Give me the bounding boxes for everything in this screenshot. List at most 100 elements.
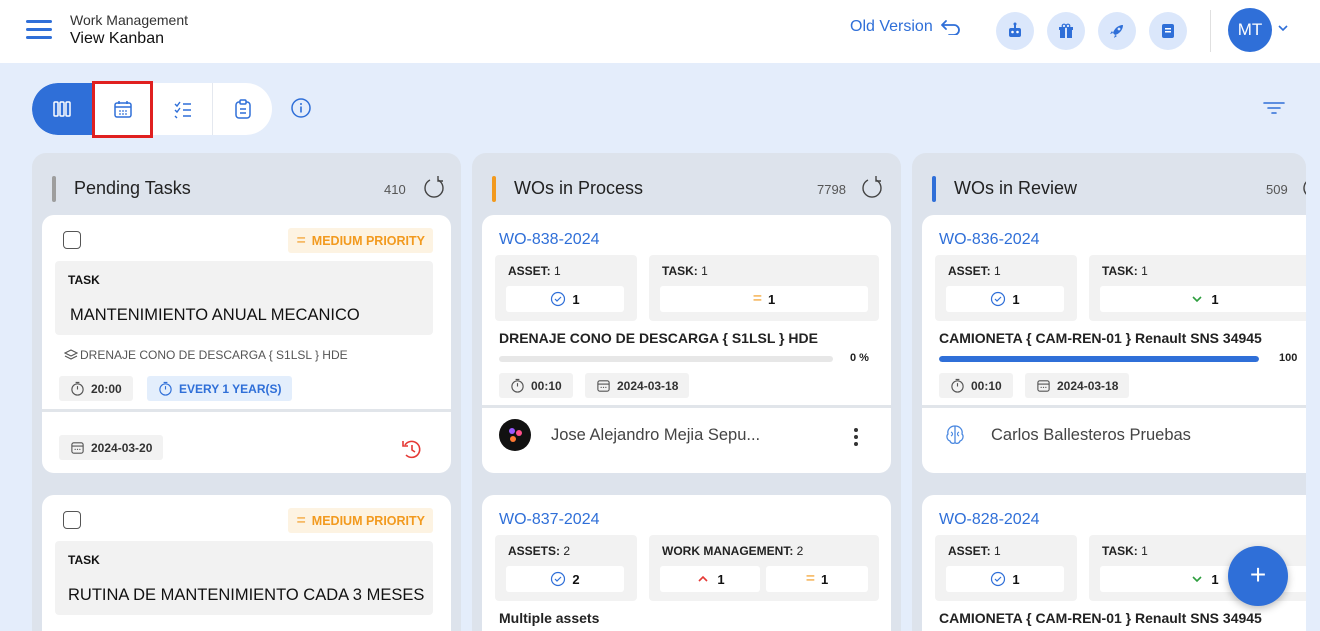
progress-fill	[939, 356, 1259, 362]
column-header: WOs in Process 7798	[472, 153, 901, 215]
wo-description: DRENAJE CONO DE DESCARGA { S1LSL } HDE	[499, 330, 818, 346]
task-checkbox[interactable]	[63, 231, 81, 249]
refresh-icon[interactable]	[859, 175, 885, 201]
refresh-icon[interactable]	[1300, 175, 1306, 201]
task-summary-label: TASK: 1	[1102, 264, 1148, 278]
check-circle-icon	[991, 571, 1006, 587]
card-divider	[922, 405, 1306, 408]
gift-icon[interactable]	[1047, 12, 1085, 50]
add-button[interactable]: +	[1228, 546, 1288, 606]
info-icon[interactable]	[290, 97, 312, 119]
check-circle-icon	[551, 291, 566, 307]
calendar-icon	[597, 380, 610, 392]
duration-value: 20:00	[91, 381, 122, 396]
progress-bar	[939, 356, 1259, 362]
task-medium-count: 1	[768, 291, 776, 307]
asset-summary: ASSET: 1 1	[495, 255, 637, 321]
column-count: 509	[1266, 182, 1288, 197]
wm-summary-label: WORK MANAGEMENT: 2	[662, 544, 804, 558]
task-card[interactable]: = MEDIUM PRIORITY TASK RUTINA DE MANTENIM…	[42, 495, 451, 631]
return-icon	[940, 20, 960, 35]
work-order-link[interactable]: WO-837-2024	[499, 511, 600, 529]
robot-icon[interactable]	[996, 12, 1034, 50]
date-value: 2024-03-20	[91, 440, 153, 455]
column-title: Pending Tasks	[74, 178, 191, 198]
column-title: WOs in Process	[514, 178, 644, 198]
task-box: TASK RUTINA DE MANTENIMIENTO CADA 3 MESE…	[55, 541, 433, 615]
chevron-down-icon[interactable]	[1277, 22, 1289, 34]
column-count: 7798	[817, 182, 846, 197]
header-divider	[1210, 10, 1211, 52]
check-circle-icon	[551, 571, 566, 587]
clipboard-icon	[234, 99, 251, 119]
task-type-label: TASK	[68, 273, 100, 287]
notebook-icon[interactable]	[1149, 12, 1187, 50]
column-pending-tasks: Pending Tasks 410 = MEDIUM PRIORITY TASK …	[32, 153, 461, 631]
user-avatar[interactable]: MT	[1228, 8, 1272, 52]
history-icon[interactable]	[400, 437, 424, 461]
filter-icon[interactable]	[1262, 98, 1286, 118]
task-medium-value: = 1	[766, 566, 868, 592]
medium-priority-icon: =	[805, 570, 816, 587]
kanban-view-button[interactable]	[32, 83, 92, 135]
layers-icon	[64, 349, 78, 360]
assignee-avatar	[939, 419, 971, 451]
assignee-name: Carlos Ballesteros Pruebas	[991, 425, 1191, 444]
date-value: 2024-03-18	[1057, 378, 1119, 393]
task-low-count: 1	[1211, 291, 1219, 307]
stopwatch-icon	[159, 381, 172, 396]
task-checkbox[interactable]	[63, 511, 81, 529]
column-header: WOs in Review 509	[912, 153, 1306, 215]
duration-value: 00:10	[971, 378, 1002, 393]
card-divider	[482, 405, 891, 408]
clipboard-view-button[interactable]	[212, 83, 272, 135]
asset-done-count: 1	[1012, 291, 1020, 307]
add-icon: +	[1249, 559, 1267, 590]
checklist-icon	[174, 101, 191, 119]
duration-chip: 20:00	[59, 376, 133, 401]
column-color-bar	[52, 176, 56, 202]
progress-percent: 100	[1279, 352, 1298, 364]
date-value: 2024-03-18	[617, 378, 679, 393]
work-order-card[interactable]: WO-836-2024 ASSET: 1 1 TASK: 1 1 CAMIONE…	[922, 215, 1306, 473]
wo-description: CAMIONETA { CAM-REN-01 } Renault SNS 349…	[939, 330, 1262, 346]
kanban-columns-icon	[53, 101, 71, 117]
column-header: Pending Tasks 410	[32, 153, 461, 215]
checklist-view-button[interactable]	[152, 83, 212, 135]
asset-done-value: 1	[946, 566, 1064, 592]
duration-chip: 00:10	[939, 373, 1013, 398]
top-header: Work Management View Kanban Old Version …	[0, 0, 1320, 63]
work-order-card[interactable]: WO-838-2024 ASSET: 1 1 TASK: 1 = 1 DRENA…	[482, 215, 891, 473]
work-order-link[interactable]: WO-828-2024	[939, 511, 1040, 529]
frequency-value: EVERY 1 YEAR(S)	[179, 381, 282, 396]
column-wos-in-process: WOs in Process 7798 WO-838-2024 ASSET: 1…	[472, 153, 901, 631]
menu-icon[interactable]	[26, 20, 52, 40]
assignee-name: Jose Alejandro Mejia Sepu...	[551, 425, 761, 444]
more-options-icon[interactable]	[854, 428, 858, 446]
asset-summary-label: ASSET: 1	[508, 264, 561, 278]
duration-chip: 00:10	[499, 373, 573, 398]
timer-icon	[951, 378, 964, 393]
column-title: WOs in Review	[954, 178, 1078, 198]
old-version-link[interactable]: Old Version	[850, 18, 961, 36]
task-name: MANTENIMIENTO ANUAL MECANICO	[70, 306, 360, 324]
task-medium-value: = 1	[660, 286, 868, 312]
refresh-icon[interactable]	[421, 175, 447, 201]
priority-badge: = MEDIUM PRIORITY	[288, 508, 433, 533]
priority-label: MEDIUM PRIORITY	[311, 513, 425, 528]
column-count: 410	[384, 182, 406, 197]
rocket-icon[interactable]	[1098, 12, 1136, 50]
work-order-link[interactable]: WO-836-2024	[939, 231, 1040, 249]
column-color-bar	[932, 176, 936, 202]
work-order-link[interactable]: WO-838-2024	[499, 231, 600, 249]
task-summary-label: TASK: 1	[1102, 544, 1148, 558]
task-summary: TASK: 1 1	[1089, 255, 1306, 321]
date-chip: 2024-03-18	[1025, 373, 1130, 398]
task-card[interactable]: = MEDIUM PRIORITY TASK MANTENIMIENTO ANUA…	[42, 215, 451, 473]
chevron-down-icon	[1192, 296, 1202, 303]
assignee-avatar	[499, 419, 531, 451]
task-box: TASK MANTENIMIENTO ANUAL MECANICO	[55, 261, 433, 335]
task-high-count: 1	[717, 571, 725, 587]
assignee: Carlos Ballesteros Pruebas	[939, 419, 1191, 451]
work-order-card[interactable]: WO-837-2024 ASSETS: 2 2 WORK MANAGEMENT:…	[482, 495, 891, 631]
